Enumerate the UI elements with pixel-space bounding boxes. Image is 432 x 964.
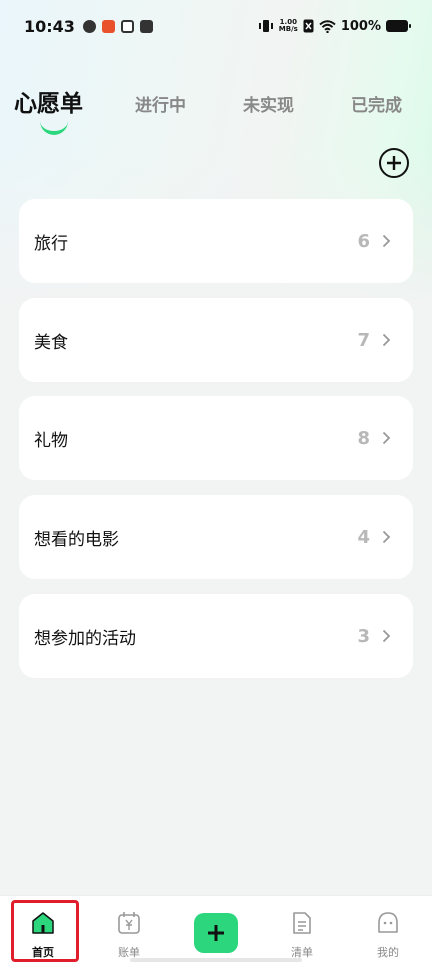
status-right: 1.00 MB/s 100% xyxy=(258,18,411,34)
category-card-food[interactable]: 美食 7 xyxy=(19,298,413,382)
status-time: 10:43 xyxy=(24,16,75,36)
category-count: 4 xyxy=(357,526,370,548)
category-count: 8 xyxy=(357,427,370,449)
network-speed-unit: MB/s xyxy=(278,25,298,33)
tab-unrealized[interactable]: 未实现 xyxy=(243,86,294,126)
message-icon xyxy=(139,19,153,33)
category-label: 想看的电影 xyxy=(34,529,119,550)
network-speed: 1.00 MB/s xyxy=(279,19,298,33)
highlight-annotation xyxy=(11,900,79,962)
add-record-button[interactable] xyxy=(194,913,238,953)
category-count: 7 xyxy=(357,329,370,351)
sim-icon xyxy=(303,19,314,33)
battery-percent: 100% xyxy=(340,18,381,34)
home-indicator xyxy=(130,958,302,962)
chevron-right-icon xyxy=(382,431,391,445)
tab-completed[interactable]: 已完成 xyxy=(351,86,402,126)
check-circle-icon xyxy=(82,19,96,33)
document-list-icon xyxy=(293,912,311,934)
nav-mine[interactable]: 我的 xyxy=(358,896,418,964)
plus-icon xyxy=(387,156,401,170)
profile-face-icon xyxy=(378,912,398,933)
chevron-right-icon xyxy=(382,530,391,544)
nav-mine-label: 我的 xyxy=(377,946,399,959)
category-label: 礼物 xyxy=(34,430,68,451)
calendar-yen-icon xyxy=(118,912,140,934)
status-bar: 10:43 1.00 MB/s 100% xyxy=(0,0,432,52)
app-notification-icon xyxy=(101,19,115,33)
category-label: 想参加的活动 xyxy=(34,628,136,649)
tab-wishlist[interactable]: 心愿单 xyxy=(14,84,83,124)
category-card-movies[interactable]: 想看的电影 4 xyxy=(19,495,413,579)
chevron-right-icon xyxy=(382,629,391,643)
plus-icon xyxy=(208,925,224,941)
battery-icon xyxy=(386,20,411,32)
chevron-right-icon xyxy=(382,234,391,248)
nav-ledger[interactable]: 账单 xyxy=(99,896,159,964)
nav-list[interactable]: 清单 xyxy=(272,896,332,964)
add-category-button[interactable] xyxy=(379,148,409,178)
inbox-icon xyxy=(120,19,134,33)
vibrate-icon xyxy=(258,20,273,32)
tab-bar: 心愿单 进行中 未实现 已完成 xyxy=(0,86,432,126)
category-card-gift[interactable]: 礼物 8 xyxy=(19,396,413,480)
category-label: 美食 xyxy=(34,332,68,353)
category-card-activities[interactable]: 想参加的活动 3 xyxy=(19,594,413,678)
tab-in-progress[interactable]: 进行中 xyxy=(135,86,186,126)
chevron-right-icon xyxy=(382,333,391,347)
category-card-travel[interactable]: 旅行 6 xyxy=(19,199,413,283)
wifi-icon xyxy=(319,19,336,33)
category-count: 3 xyxy=(357,625,370,647)
category-label: 旅行 xyxy=(34,233,68,254)
category-count: 6 xyxy=(357,230,370,252)
